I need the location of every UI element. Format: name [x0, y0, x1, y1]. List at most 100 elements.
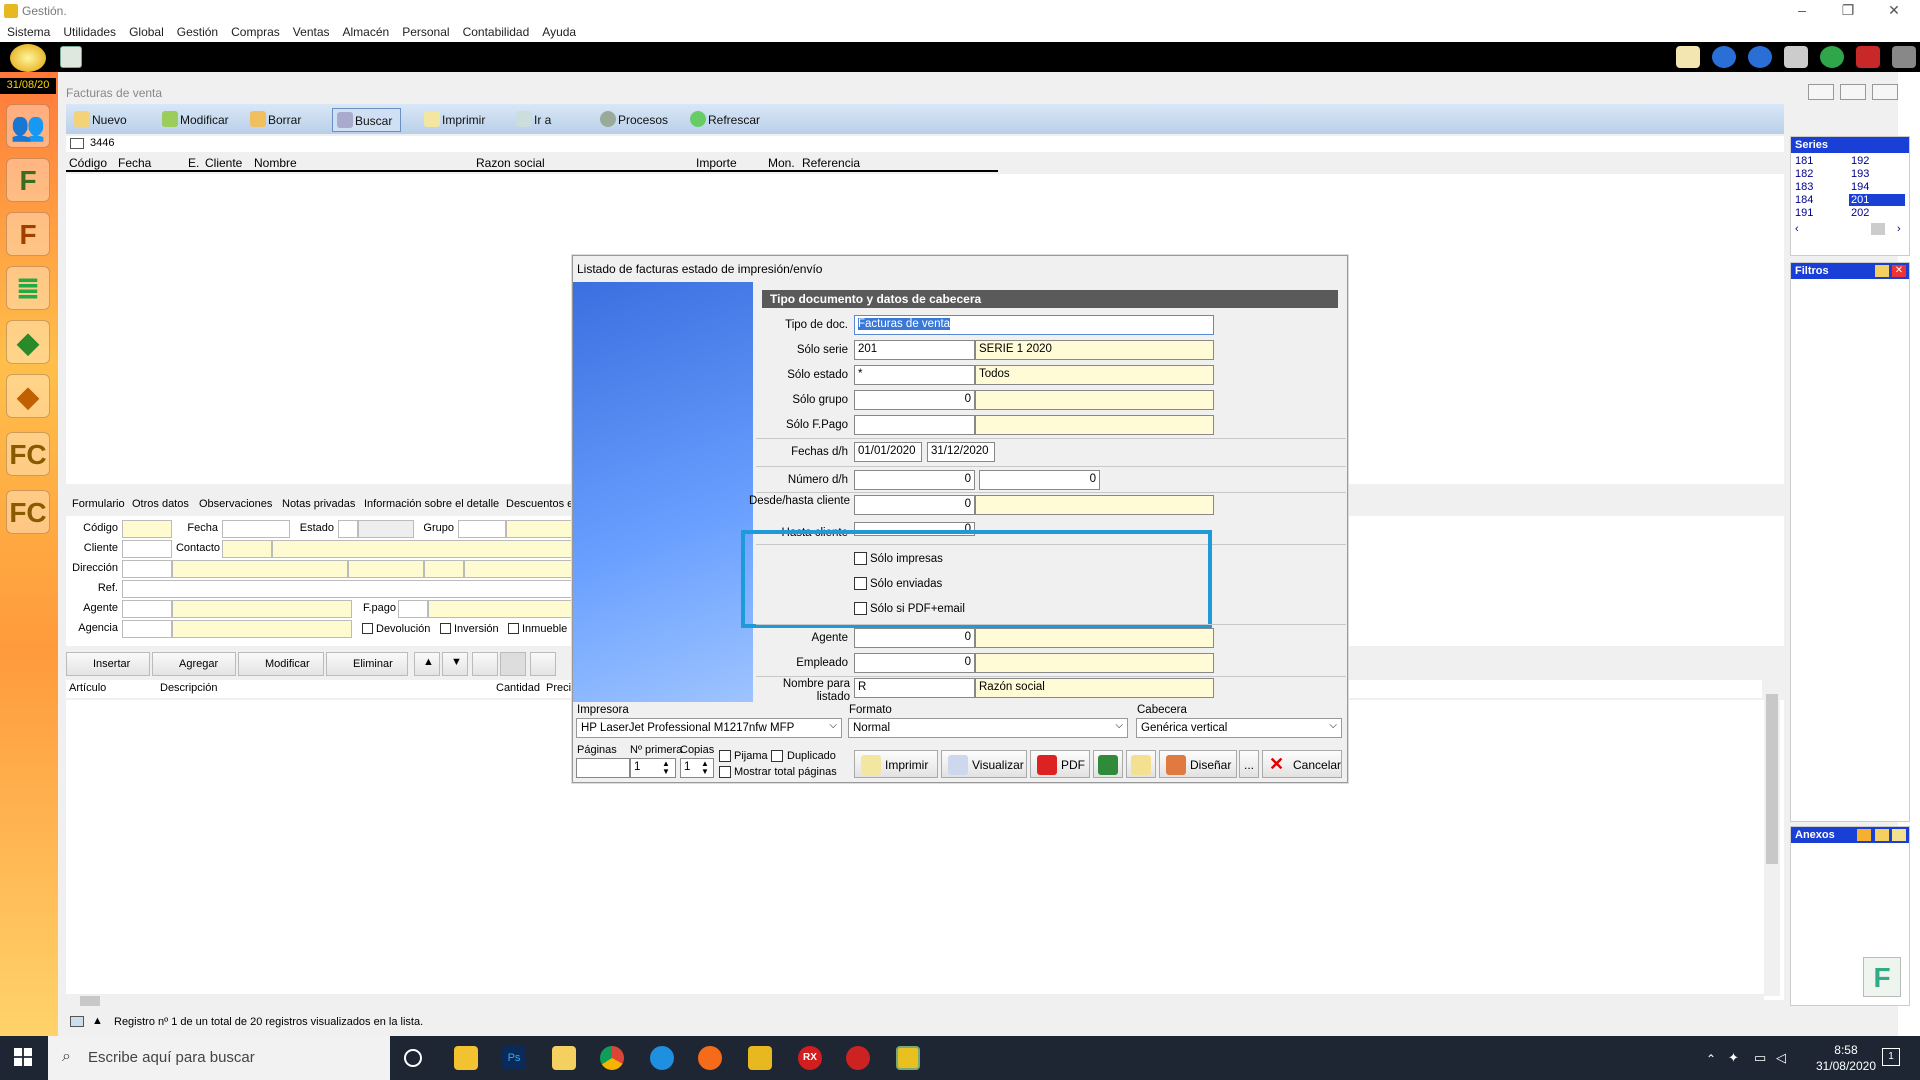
menu-compras[interactable]: Compras: [224, 22, 286, 39]
menu-contabilidad[interactable]: Contabilidad: [456, 22, 536, 39]
direccion-prov[interactable]: [424, 560, 464, 578]
col-e[interactable]: E.: [188, 156, 199, 170]
imprimir-button[interactable]: Imprimir: [420, 108, 493, 132]
rx-icon[interactable]: RX: [798, 1046, 822, 1070]
close-window-icon[interactable]: [1856, 46, 1880, 68]
grupo-field[interactable]: [458, 520, 506, 538]
col-descripcion[interactable]: Descripción: [160, 682, 217, 694]
nombre-listado-field[interactable]: R: [854, 678, 975, 698]
col-cantidad[interactable]: Cantidad: [496, 682, 540, 694]
clock[interactable]: 8:58 31/08/2020: [1816, 1042, 1876, 1074]
mdi-minimize-icon[interactable]: [1808, 84, 1834, 100]
filter-close-icon[interactable]: ✕: [1892, 265, 1906, 277]
eliminar-button[interactable]: Eliminar: [326, 652, 408, 676]
taskbar-search[interactable]: ⌕ Escribe aquí para buscar: [48, 1036, 390, 1080]
pijama-checkbox[interactable]: [719, 750, 731, 762]
imprimir-dialog-button[interactable]: Imprimir: [854, 750, 938, 778]
procesos-button[interactable]: Procesos: [596, 108, 676, 132]
cliente-field[interactable]: [122, 540, 172, 558]
series-item[interactable]: 182: [1795, 168, 1813, 180]
direccion-line[interactable]: [172, 560, 348, 578]
menu-global[interactable]: Global: [122, 22, 170, 39]
hscroll-thumb[interactable]: [80, 996, 100, 1006]
direccion-pais[interactable]: [464, 560, 572, 578]
direccion-field[interactable]: [122, 560, 172, 578]
invoice-f-orange-icon[interactable]: F: [6, 212, 50, 256]
fecha-desde-field[interactable]: 01/01/2020: [854, 442, 922, 462]
photoshop-icon[interactable]: Ps: [502, 1046, 526, 1070]
move-up-icon[interactable]: ▲: [414, 652, 440, 676]
series-item[interactable]: 184: [1795, 194, 1813, 206]
mostrar-total-checkbox[interactable]: [719, 766, 731, 778]
tab-observaciones[interactable]: Observaciones: [199, 498, 272, 510]
mdi-restore-icon[interactable]: [1840, 84, 1866, 100]
agregar-button[interactable]: Agregar: [152, 652, 236, 676]
move-down-icon[interactable]: ▼: [442, 652, 468, 676]
exit-icon[interactable]: [1892, 46, 1916, 68]
close-icon[interactable]: ✕: [1874, 2, 1914, 20]
series-item[interactable]: 202: [1851, 207, 1869, 219]
doc-icon[interactable]: [472, 652, 498, 676]
tipo-doc-field[interactable]: Facturas de venta: [854, 315, 1214, 335]
grupo-field[interactable]: 0: [854, 390, 975, 410]
tab-descuentos[interactable]: Descuentos e: [506, 498, 573, 510]
direccion-cp[interactable]: [348, 560, 424, 578]
users-icon[interactable]: 👥: [6, 104, 50, 148]
impresora-select[interactable]: HP LaserJet Professional M1217nfw MFP ⌵: [576, 718, 842, 738]
form-icon[interactable]: [60, 46, 82, 68]
fc2-icon[interactable]: FC: [6, 490, 50, 534]
tab-otros-datos[interactable]: Otros datos: [132, 498, 189, 510]
windows-start-icon[interactable]: [14, 1048, 32, 1066]
dropbox-icon[interactable]: ✦: [1728, 1050, 1739, 1066]
col-cliente[interactable]: Cliente: [205, 156, 242, 170]
firefox-icon[interactable]: [698, 1046, 722, 1070]
menu-sistema[interactable]: Sistema: [0, 22, 56, 39]
codigo-field[interactable]: [122, 520, 172, 538]
col-codigo[interactable]: Código: [69, 156, 107, 170]
list-icon[interactable]: [1784, 46, 1808, 68]
orb-icon[interactable]: [10, 44, 46, 72]
menu-gestion[interactable]: Gestión: [170, 22, 224, 39]
col-mon[interactable]: Mon.: [768, 156, 795, 170]
status-up-icon[interactable]: ▲: [92, 1015, 103, 1027]
fpago-field[interactable]: [854, 415, 975, 435]
cabecera-select[interactable]: Genérica vertical ⌵: [1136, 718, 1342, 738]
network-icon[interactable]: ▭: [1754, 1050, 1766, 1066]
series-item[interactable]: 193: [1851, 168, 1869, 180]
menu-ventas[interactable]: Ventas: [286, 22, 336, 39]
task-view-icon[interactable]: [404, 1049, 422, 1067]
tab-informacion-detalle[interactable]: Información sobre el detalle: [364, 498, 499, 510]
anexo-folder-icon[interactable]: [1892, 829, 1906, 841]
email-icon[interactable]: [1126, 750, 1156, 778]
fecha-hasta-field[interactable]: 31/12/2020: [927, 442, 995, 462]
back-arrow-icon[interactable]: [1712, 46, 1736, 68]
gestion-active-icon[interactable]: [896, 1046, 920, 1070]
tab-formulario[interactable]: Formulario: [72, 498, 125, 510]
series-item-selected[interactable]: 201: [1849, 194, 1905, 206]
formato-select[interactable]: Normal ⌵: [848, 718, 1128, 738]
file-explorer-icon[interactable]: [454, 1046, 478, 1070]
menu-almacen[interactable]: Almacén: [336, 22, 396, 39]
mdi-close-icon[interactable]: [1872, 84, 1898, 100]
restore-icon[interactable]: ❐: [1828, 2, 1868, 20]
modificar-detail-button[interactable]: Modificar: [238, 652, 324, 676]
mail-icon[interactable]: [1676, 46, 1700, 68]
ledger-icon[interactable]: ≣: [6, 266, 50, 310]
pdf-button[interactable]: PDF: [1030, 750, 1090, 778]
folder-icon[interactable]: [552, 1046, 576, 1070]
box-green-icon[interactable]: ◆: [6, 320, 50, 364]
nuevo-button[interactable]: Nuevo: [70, 108, 135, 132]
buscar-button[interactable]: Buscar: [332, 108, 402, 132]
estado-field[interactable]: [338, 520, 358, 538]
col-referencia[interactable]: Referencia: [802, 156, 860, 170]
cliente-desde-field[interactable]: 0: [854, 495, 975, 515]
copias-spinner-icon[interactable]: ▲ ▼: [701, 760, 709, 776]
modificar-button[interactable]: Modificar: [158, 108, 237, 132]
fpago-field[interactable]: [398, 600, 428, 618]
edge-icon[interactable]: [650, 1046, 674, 1070]
app-red-icon[interactable]: [846, 1046, 870, 1070]
disenar-button[interactable]: Diseñar: [1159, 750, 1237, 778]
col-razon-social[interactable]: Razon social: [476, 156, 545, 170]
tab-notas-privadas[interactable]: Notas privadas: [282, 498, 355, 510]
menu-personal[interactable]: Personal: [395, 22, 455, 39]
